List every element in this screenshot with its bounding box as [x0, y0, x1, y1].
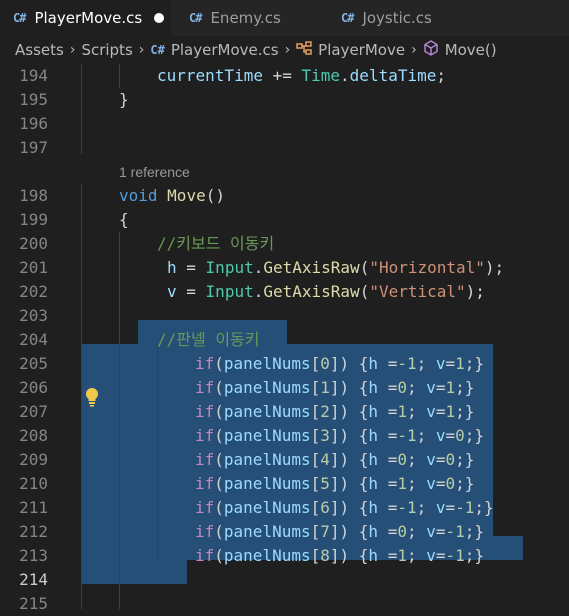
code-editor[interactable]: 194 currentTime += Time.deltaTime; 195 }…: [0, 64, 569, 613]
line-number: 206: [19, 378, 48, 397]
tab-label: Joystic.cs: [362, 9, 432, 27]
line-number: 200: [19, 234, 48, 253]
code-line: 204 //판넬 이동키: [0, 328, 569, 352]
breadcrumb-folder-assets[interactable]: Assets: [15, 41, 64, 59]
method-icon: [423, 40, 439, 60]
code-line: 205 if(panelNums[0]) {h =-1; v=1;}: [0, 352, 569, 376]
chevron-right-icon: ›: [284, 42, 291, 58]
code-text: if(panelNums[3]) {h =-1; v=0;}: [195, 426, 485, 445]
line-number: 202: [19, 282, 48, 301]
code-text: {: [119, 210, 129, 229]
line-number: 199: [19, 210, 48, 229]
line-number: 211: [19, 498, 48, 517]
code-line: 210 if(panelNums[5]) {h =1; v=0;}: [0, 472, 569, 496]
code-text: }: [119, 90, 129, 109]
code-line: 201 h = Input.GetAxisRaw("Horizontal");: [0, 256, 569, 280]
code-text: if(panelNums[1]) {h =0; v=1;}: [195, 378, 475, 397]
code-line: 215: [0, 592, 569, 616]
csharp-file-icon: C#: [341, 11, 354, 25]
code-text: void Move(): [119, 186, 225, 205]
unsaved-dot-icon[interactable]: [154, 13, 165, 23]
code-text: if(panelNums[2]) {h =1; v=1;}: [195, 402, 475, 421]
breadcrumb-class[interactable]: PlayerMove: [318, 41, 405, 59]
code-line: 200 //키보드 이동키: [0, 232, 569, 256]
code-text: if(panelNums[5]) {h =1; v=0;}: [195, 474, 475, 493]
tab-label: PlayerMove.cs: [34, 9, 143, 27]
code-line: 196: [0, 112, 569, 136]
line-number: 209: [19, 450, 48, 469]
line-number: 201: [19, 258, 48, 277]
tab-playermove[interactable]: C# PlayerMove.cs: [0, 0, 171, 36]
code-line: 214: [0, 568, 569, 592]
line-number-current: 214: [19, 570, 48, 589]
line-number: 198: [19, 186, 48, 205]
code-line: 206 if(panelNums[1]) {h =0; v=1;}: [0, 376, 569, 400]
code-text: if(panelNums[6]) {h =-1; v=-1;}: [195, 498, 494, 517]
code-line: 194 currentTime += Time.deltaTime;: [0, 64, 569, 88]
code-line: 198 void Move(): [0, 184, 569, 208]
code-comment: //키보드 이동키: [157, 234, 275, 253]
codelens-references[interactable]: 1 reference: [119, 160, 190, 184]
code-text: currentTime += Time.deltaTime;: [157, 66, 447, 85]
code-line: 209 if(panelNums[4]) {h =0; v=0;}: [0, 448, 569, 472]
code-comment: //판넬 이동키: [157, 330, 260, 349]
line-number: 210: [19, 474, 48, 493]
code-line: 207 if(panelNums[2]) {h =1; v=1;}: [0, 400, 569, 424]
code-text: if(panelNums[8]) {h =1; v=-1;}: [195, 546, 485, 565]
code-line: 208 if(panelNums[3]) {h =-1; v=0;}: [0, 424, 569, 448]
line-number: 207: [19, 402, 48, 421]
breadcrumb: Assets › Scripts › C# PlayerMove.cs › Pl…: [0, 36, 569, 64]
tab-joystic[interactable]: C# Joystic.cs: [323, 0, 473, 36]
chevron-right-icon: ›: [69, 42, 76, 58]
tab-enemy[interactable]: C# Enemy.cs: [171, 0, 323, 36]
line-number: 215: [19, 594, 48, 613]
code-line: 197: [0, 136, 569, 160]
line-number: 196: [19, 114, 48, 133]
code-text: if(panelNums[7]) {h =0; v=-1;}: [195, 522, 485, 541]
tab-label: Enemy.cs: [210, 9, 281, 27]
line-number: 195: [19, 90, 48, 109]
code-line: 213 if(panelNums[8]) {h =1; v=-1;}: [0, 544, 569, 568]
line-number: 208: [19, 426, 48, 445]
csharp-file-icon: C#: [150, 43, 165, 57]
code-line: 211 if(panelNums[6]) {h =-1; v=-1;}: [0, 496, 569, 520]
chevron-right-icon: ›: [138, 42, 145, 58]
csharp-file-icon: C#: [13, 11, 26, 25]
csharp-file-icon: C#: [189, 11, 202, 25]
code-line: 212 if(panelNums[7]) {h =0; v=-1;}: [0, 520, 569, 544]
code-text: if(panelNums[4]) {h =0; v=0;}: [195, 450, 475, 469]
line-number: 194: [19, 66, 48, 85]
line-number: 213: [19, 546, 48, 565]
code-line: 199 {: [0, 208, 569, 232]
line-number: 212: [19, 522, 48, 541]
code-text: v = Input.GetAxisRaw("Vertical");: [167, 282, 485, 301]
tab-bar: C# PlayerMove.cs C# Enemy.cs C# Joystic.…: [0, 0, 569, 36]
line-number: 197: [19, 138, 48, 157]
code-line: 202 v = Input.GetAxisRaw("Vertical");: [0, 280, 569, 304]
code-text: h = Input.GetAxisRaw("Horizontal");: [167, 258, 505, 277]
line-number: 205: [19, 354, 48, 373]
code-line: 203: [0, 304, 569, 328]
breadcrumb-file[interactable]: PlayerMove.cs: [171, 41, 279, 59]
class-icon: [296, 41, 312, 59]
line-number: 203: [19, 306, 48, 325]
breadcrumb-method[interactable]: Move(): [445, 41, 497, 59]
code-line: 195 }: [0, 88, 569, 112]
breadcrumb-folder-scripts[interactable]: Scripts: [81, 41, 132, 59]
chevron-right-icon: ›: [411, 42, 417, 58]
line-number: 204: [19, 330, 48, 349]
code-text: if(panelNums[0]) {h =-1; v=1;}: [195, 354, 485, 373]
